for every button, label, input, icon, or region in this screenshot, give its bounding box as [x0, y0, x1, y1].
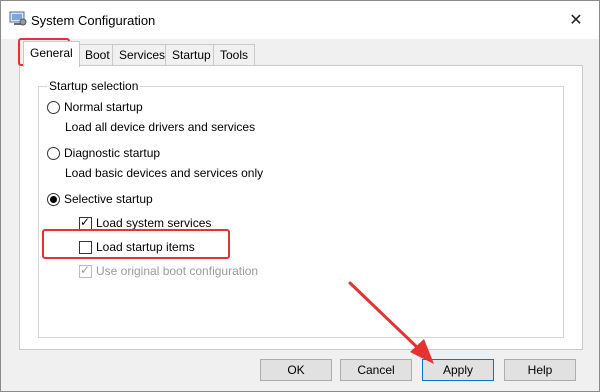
tab-general[interactable]: General — [23, 41, 80, 67]
annotation-arrow — [348, 281, 434, 364]
